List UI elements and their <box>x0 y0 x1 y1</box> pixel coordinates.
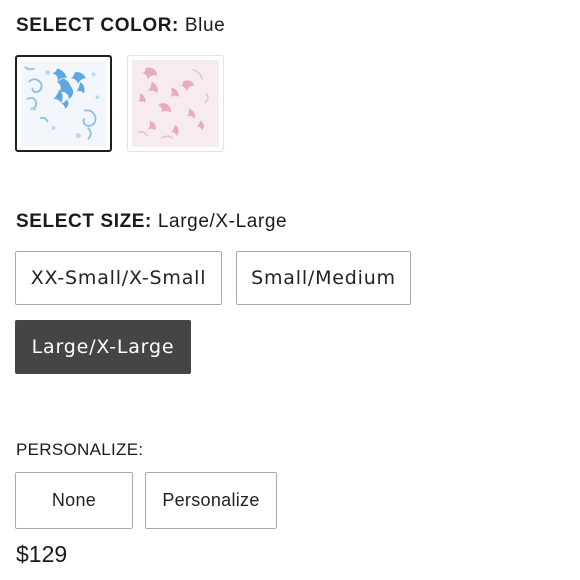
color-selected-value: Blue <box>184 15 226 36</box>
blue-floral-pattern <box>21 61 106 146</box>
size-section-label: SELECT SIZE: Large/X-Large <box>16 211 287 233</box>
swatch-pink[interactable] <box>127 55 224 152</box>
personalize-button[interactable]: Personalize <box>145 472 277 529</box>
size-option-large-x-large[interactable]: Large/X-Large <box>15 320 191 374</box>
size-option-small-medium[interactable]: Small/Medium <box>236 251 411 305</box>
personalize-none-button[interactable]: None <box>15 472 133 529</box>
size-selected-value: Large/X-Large <box>157 211 288 232</box>
size-option-xx-small-x-small[interactable]: XX-Small/X-Small <box>15 251 222 305</box>
color-label-key: SELECT COLOR: <box>16 15 179 36</box>
price: $129 <box>16 541 68 567</box>
color-section-label: SELECT COLOR: Blue <box>16 15 225 37</box>
size-label-key: SELECT SIZE: <box>16 211 152 232</box>
pink-floral-pattern <box>132 60 219 147</box>
swatch-blue[interactable] <box>15 55 112 152</box>
personalize-section-label: PERSONALIZE: <box>16 440 144 459</box>
